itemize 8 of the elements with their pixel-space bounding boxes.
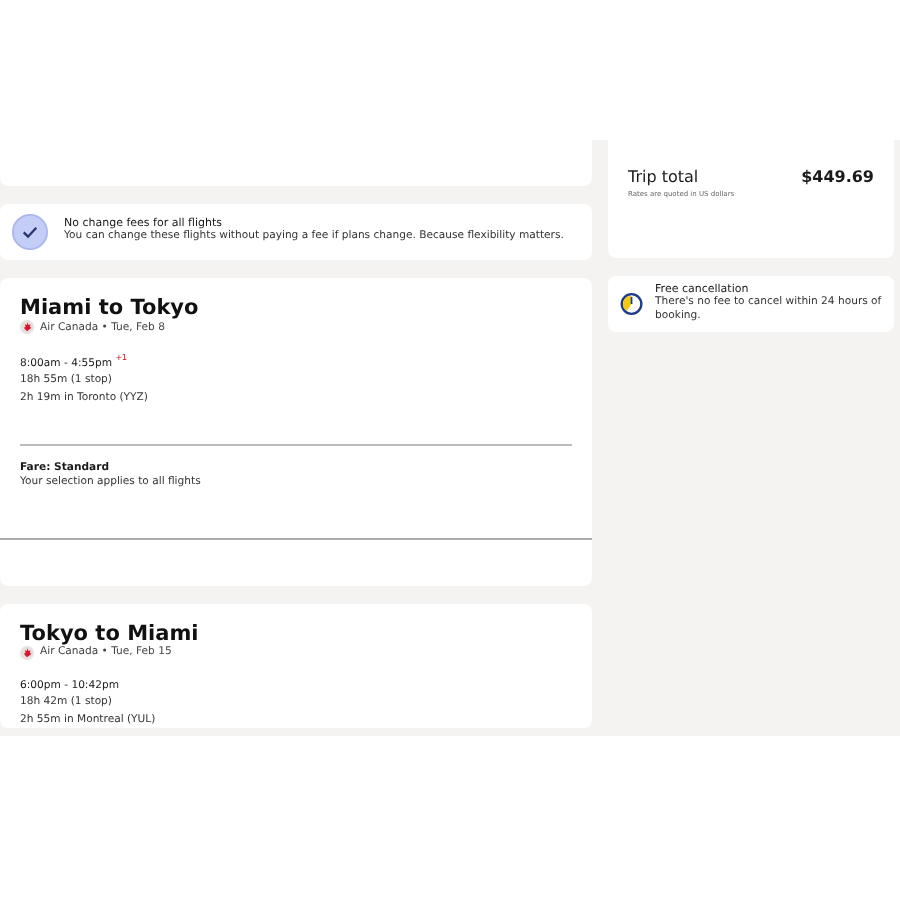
- trip-total-amount: $449.69: [801, 168, 874, 186]
- route-title: Miami to Tokyo: [20, 296, 201, 320]
- checkmark-icon: [12, 214, 48, 250]
- route-title: Tokyo to Miami: [20, 621, 201, 646]
- trip-total-label: Trip total: [628, 168, 699, 186]
- maple-leaf-icon: [20, 320, 34, 334]
- clock-icon: [620, 290, 644, 319]
- maple-leaf-icon: [20, 645, 34, 660]
